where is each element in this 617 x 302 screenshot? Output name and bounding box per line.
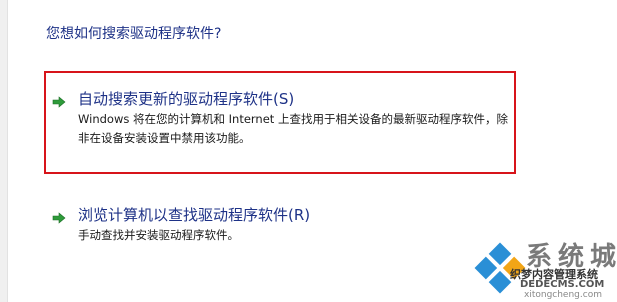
option-description: Windows 将在您的计算机和 Internet 上查找用于相关设备的最新驱动… (78, 112, 508, 145)
green-arrow-icon (52, 209, 66, 224)
option-browse-computer[interactable]: 浏览计算机以查找驱动程序软件(R) 手动查找并安装驱动程序软件。 (52, 204, 512, 244)
watermark-site: xitongcheng.com (524, 290, 602, 300)
watermark-domain: DEDECMS.COM (520, 279, 605, 290)
window-left-border (0, 0, 8, 302)
green-arrow-icon (52, 93, 66, 108)
watermark: 系统城 织梦内容管理系统 DEDECMS.COM xitongcheng.com (474, 238, 616, 300)
option-auto-search[interactable]: 自动搜索更新的驱动程序软件(S) Windows 将在您的计算机和 Intern… (52, 88, 512, 148)
dialog-question: 您想如何搜索驱动程序软件? (46, 26, 222, 42)
option-title[interactable]: 浏览计算机以查找驱动程序软件(R) (78, 204, 310, 225)
option-title[interactable]: 自动搜索更新的驱动程序软件(S) (78, 88, 294, 109)
option-description: 手动查找并安装驱动程序软件。 (78, 228, 239, 242)
